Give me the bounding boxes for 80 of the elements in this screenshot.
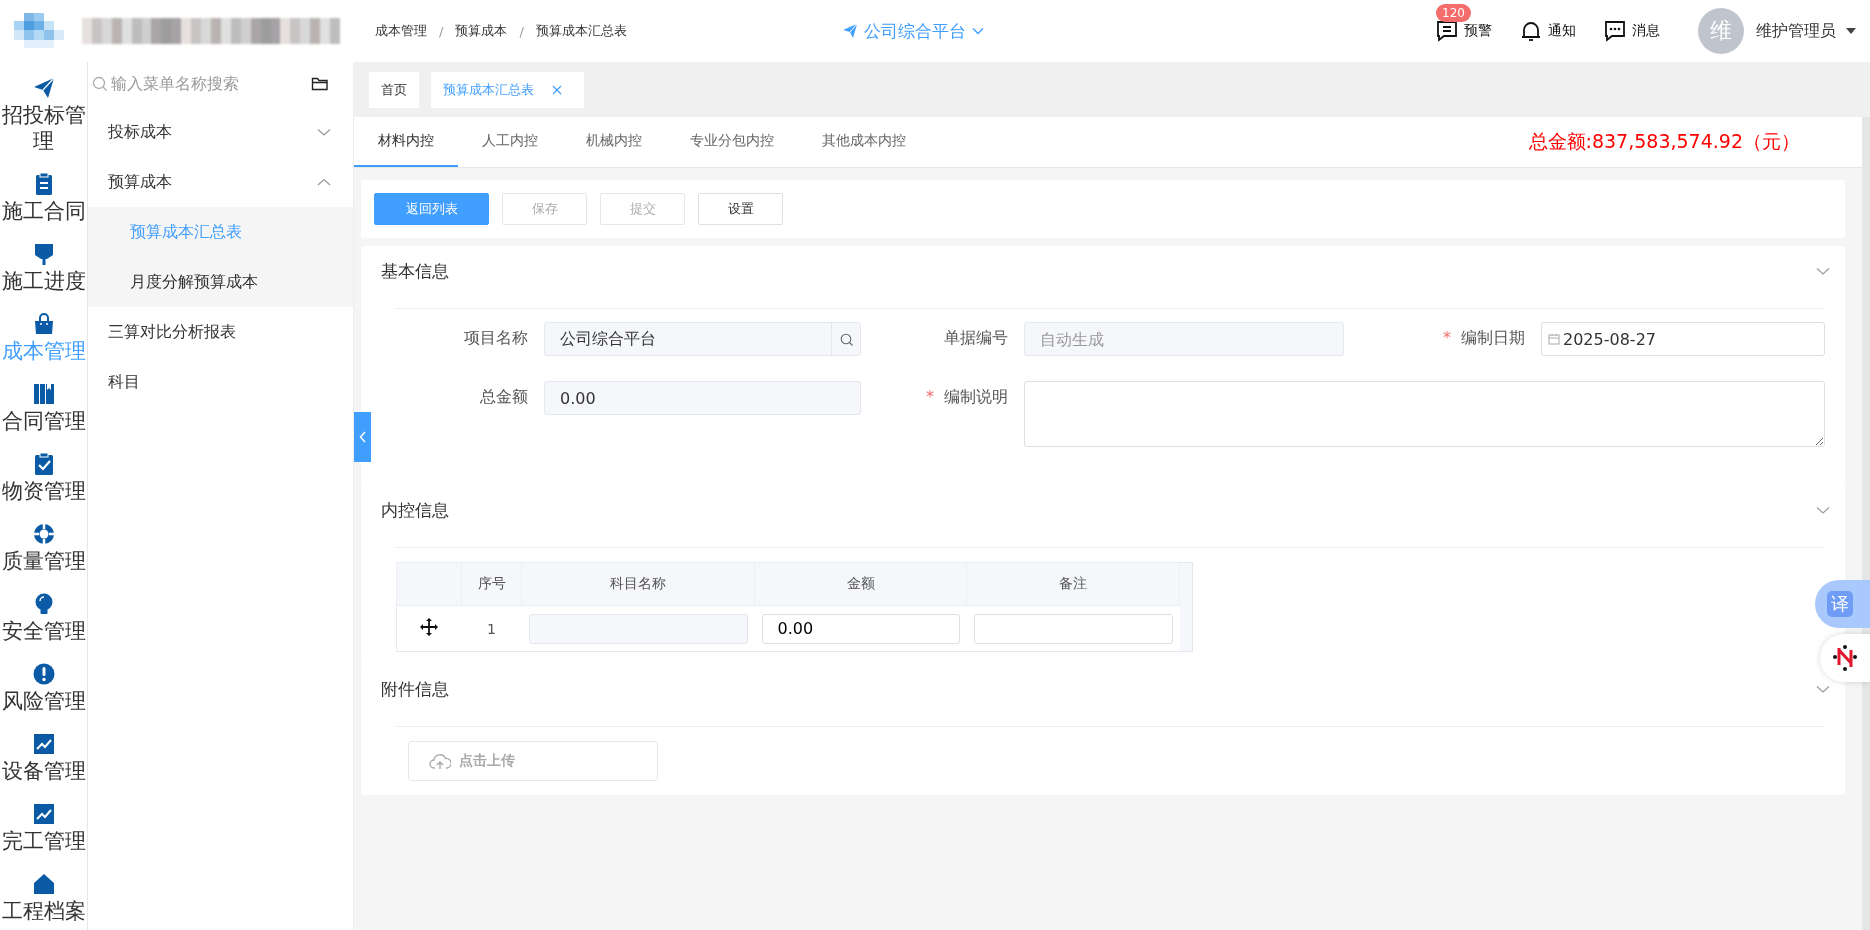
field-label: 编制说明 (944, 387, 1008, 408)
menu-item[interactable]: 预算成本 (88, 157, 353, 207)
required-mark: * (1443, 328, 1451, 347)
total-amount: 总金额:837,583,574.92（元） (1528, 129, 1801, 154)
required-mark: * (926, 387, 934, 406)
books-icon (31, 382, 56, 406)
rail-item[interactable]: 质量管理 (0, 514, 87, 584)
column-header: 科目名称 (521, 562, 755, 606)
network-widget[interactable] (1820, 634, 1870, 682)
cloud-upload-icon (429, 752, 451, 770)
content-tab[interactable]: 其他成本内控 (798, 117, 930, 167)
chevron-down-icon[interactable] (1816, 684, 1830, 694)
count-badge: 120 (1436, 4, 1471, 22)
table-cell: 1 (461, 605, 522, 652)
remark-field[interactable] (973, 613, 1173, 644)
calendar-icon (1548, 333, 1560, 345)
column-header: 备注 (966, 562, 1180, 606)
collapse-handle[interactable] (354, 412, 371, 462)
breadcrumb-separator: / (439, 23, 444, 39)
rail-item[interactable]: 施工合同 (0, 164, 87, 234)
search-icon (92, 75, 108, 92)
menu-item[interactable]: 投标成本 (88, 107, 353, 157)
field-label: 总金额 (480, 387, 528, 408)
folder-icon[interactable] (311, 75, 329, 92)
field-label: 编制日期 (1461, 328, 1525, 349)
network-icon (1833, 645, 1857, 671)
page-tab[interactable]: 首页 (369, 71, 419, 108)
close-icon[interactable] (552, 84, 562, 95)
breadcrumb-item[interactable]: 预算成本 (455, 22, 508, 40)
line-chart-icon (31, 802, 56, 826)
caret-icon (1846, 28, 1856, 34)
chevron-down-icon (972, 27, 984, 35)
column-header: 金额 (754, 562, 967, 606)
date-field[interactable]: 2025-08-27 (1541, 322, 1825, 356)
content-tab[interactable]: 机械内控 (562, 117, 666, 167)
field-label: 单据编号 (944, 328, 1008, 349)
lifebuoy-icon (31, 522, 56, 546)
chat-icon (1604, 20, 1626, 42)
breadcrumb-item[interactable]: 成本管理 (375, 22, 427, 40)
section-title: 附件信息 (381, 677, 449, 701)
user-menu[interactable]: 维护管理员 (1756, 20, 1856, 42)
chevron-up-icon (317, 177, 331, 187)
rail-item[interactable]: 安全管理 (0, 584, 87, 654)
content-tab[interactable]: 材料内控 (354, 117, 458, 167)
rail-item[interactable]: 招投标管理 (0, 68, 87, 164)
field-label: 项目名称 (464, 328, 528, 349)
line-chart-icon (31, 732, 56, 756)
content-tab[interactable]: 专业分包内控 (666, 117, 798, 167)
translate-label: 译 (1827, 591, 1853, 617)
house-icon (31, 872, 56, 896)
section-title: 内控信息 (381, 498, 449, 522)
column-header: 序号 (461, 562, 522, 606)
header-action[interactable]: 通知 (1520, 20, 1576, 42)
toolbar-button[interactable]: 设置 (698, 193, 783, 225)
section-title: 基本信息 (381, 259, 449, 283)
chevron-down-icon[interactable] (1816, 266, 1830, 276)
breadcrumb-item[interactable]: 预算成本汇总表 (535, 22, 627, 40)
header-action[interactable]: 预警 (1436, 20, 1492, 42)
header-action[interactable]: 消息 (1604, 20, 1660, 42)
menu-item[interactable]: 三算对比分析报表 (88, 307, 353, 357)
rail-item[interactable]: 工程档案 (0, 864, 87, 930)
chevron-down-icon[interactable] (1816, 505, 1830, 515)
rail-item[interactable]: 完工管理 (0, 794, 87, 864)
rail-item[interactable]: 物资管理 (0, 444, 87, 514)
menu-item[interactable]: 科目 (88, 357, 353, 407)
rail-item[interactable]: 设备管理 (0, 724, 87, 794)
drag-handle-icon[interactable] (420, 618, 439, 636)
submenu-item[interactable]: 月度分解预算成本 (88, 257, 353, 307)
rail-item[interactable]: 风险管理 (0, 654, 87, 724)
breadcrumb-separator: / (519, 23, 524, 39)
alert-icon (31, 662, 56, 686)
chevron-down-icon (317, 127, 331, 137)
rail-item[interactable]: 合同管理 (0, 374, 87, 444)
rail-item[interactable]: 施工进度 (0, 234, 87, 304)
content-tab[interactable]: 人工内控 (458, 117, 562, 167)
amount-field[interactable]: 0.00 (761, 613, 960, 644)
paper-plane-icon (842, 23, 858, 39)
message-icon (1436, 20, 1458, 42)
bell-icon (1520, 20, 1542, 42)
menu-search-field[interactable]: 输入菜单名称搜索 (92, 74, 271, 93)
